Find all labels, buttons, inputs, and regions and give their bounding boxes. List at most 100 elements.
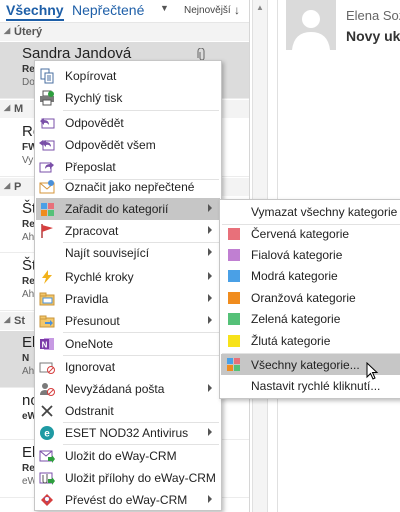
eway-convert-icon <box>41 494 53 506</box>
collapse-icon[interactable]: ◢ <box>4 181 10 190</box>
reply-icon <box>40 118 55 129</box>
collapse-icon[interactable]: ◢ <box>4 315 10 324</box>
submenu-arrow-icon <box>208 428 212 436</box>
person-icon <box>292 10 330 50</box>
delete-icon <box>41 405 53 417</box>
menu-item-eset[interactable]: e ESET NOD32 Antivirus <box>36 422 220 444</box>
menu-item-eway-save[interactable]: Uložit do eWay-CRM <box>36 445 220 467</box>
menu-item-find-related[interactable]: Najít související <box>36 242 220 264</box>
category-yellow[interactable]: Žlutá kategorie <box>221 330 400 351</box>
group-label: Úterý <box>14 26 43 38</box>
submenu-item-label: Žlutá kategorie <box>251 334 331 348</box>
menu-item-forward[interactable]: Přeposlat <box>36 156 220 178</box>
reading-sender: Elena Soz <box>346 8 400 23</box>
categorize-icon <box>227 358 240 371</box>
submenu-arrow-icon <box>208 495 212 503</box>
menu-item-reply[interactable]: Odpovědět <box>36 112 220 134</box>
tab-all[interactable]: Všechny <box>6 2 64 21</box>
menu-item-label: Pravidla <box>65 292 109 306</box>
menu-item-categorize[interactable]: Zařadit do kategorií <box>36 198 220 220</box>
menu-item-label: Převést do eWay-CRM <box>65 493 188 507</box>
red-category-swatch <box>228 228 240 240</box>
group-label: St <box>14 315 25 327</box>
message-preview: Ah <box>22 366 35 377</box>
message-subject: Re <box>22 463 35 474</box>
menu-item-quick-print[interactable]: Rychlý tisk <box>36 87 220 109</box>
find-related-icon <box>39 245 55 261</box>
collapse-icon[interactable]: ◢ <box>4 103 10 112</box>
forward-icon <box>39 162 54 173</box>
junk-icon <box>40 383 55 396</box>
menu-item-label: Přeposlat <box>65 160 116 174</box>
menu-item-label: Rychlý tisk <box>65 91 123 105</box>
message-preview: Ah <box>22 232 35 243</box>
message-subject: N <box>22 353 30 364</box>
menu-item-label: Přesunout <box>65 314 120 328</box>
sort-label[interactable]: Nejnovější <box>184 5 231 16</box>
purple-category-swatch <box>228 249 240 261</box>
menu-item-label: Ignorovat <box>65 360 116 374</box>
menu-item-label: Zařadit do kategorií <box>65 202 169 216</box>
sort-down-icon[interactable]: ↓ <box>234 3 240 17</box>
svg-text:e: e <box>44 429 50 440</box>
scroll-up-icon[interactable]: ▲ <box>256 3 264 12</box>
menu-item-label: OneNote <box>65 337 114 351</box>
menu-item-label: Označit jako nepřečtené <box>65 180 195 194</box>
menu-item-eway-convert[interactable]: Převést do eWay-CRM <box>36 489 220 511</box>
mark-unread-icon <box>39 180 55 194</box>
mouse-cursor-icon <box>366 362 379 380</box>
menu-item-rules[interactable]: Pravidla <box>36 288 220 310</box>
filter-dropdown-icon[interactable]: ▼ <box>160 3 169 13</box>
group-label: P <box>14 181 22 193</box>
menu-item-label: Rychlé kroky <box>65 270 134 284</box>
submenu-item-label: Oranžová kategorie <box>251 291 356 305</box>
category-purple[interactable]: Fialová kategorie <box>221 244 400 265</box>
menu-item-label: Nevyžádaná pošta <box>65 382 165 396</box>
orange-category-swatch <box>228 292 240 304</box>
category-red[interactable]: Červená kategorie <box>221 223 400 244</box>
blue-category-swatch <box>228 270 240 282</box>
submenu-arrow-icon <box>208 226 212 234</box>
clear-all-categories[interactable]: Vymazat všechny kategorie <box>221 201 400 222</box>
menu-item-label: Najít související <box>65 246 150 260</box>
submenu-item-label: Všechny kategorie... <box>251 358 360 372</box>
menu-item-copy[interactable]: Kopírovat <box>36 65 220 87</box>
group-header[interactable]: ◢ Úterý <box>0 23 249 41</box>
svg-text:N: N <box>42 341 48 350</box>
message-preview: Vy <box>22 155 34 166</box>
submenu-item-label: Nastavit rychlé kliknutí... <box>251 379 381 393</box>
menu-item-delete[interactable]: Odstranit <box>36 400 220 422</box>
tab-unread[interactable]: Nepřečtené <box>72 2 144 18</box>
onenote-icon: N <box>40 338 54 350</box>
submenu-arrow-icon <box>208 204 212 212</box>
category-green[interactable]: Zelená kategorie <box>221 308 400 329</box>
collapse-icon[interactable]: ◢ <box>4 26 10 35</box>
menu-item-onenote[interactable]: N OneNote <box>36 333 220 355</box>
ignore-icon <box>39 362 55 374</box>
menu-item-move[interactable]: Přesunout <box>36 310 220 332</box>
menu-item-junk[interactable]: Nevyžádaná pošta <box>36 378 220 400</box>
menu-item-label: Odpovědět všem <box>65 138 156 152</box>
menu-item-label: Zpracovat <box>65 224 119 238</box>
menu-item-eway-attach[interactable]: Uložit přílohy do eWay-CRM <box>36 467 220 489</box>
menu-item-follow-up[interactable]: Zpracovat <box>36 220 220 242</box>
submenu-item-label: Vymazat všechny kategorie <box>251 205 398 219</box>
submenu-item-label: Modrá kategorie <box>251 269 338 283</box>
eway-save-icon <box>39 450 55 463</box>
message-subject: Re <box>22 64 35 75</box>
message-preview: Ah <box>22 289 35 300</box>
move-icon <box>39 315 55 328</box>
menu-item-quick-steps[interactable]: Rychlé kroky <box>36 266 220 288</box>
menu-item-mark-unread[interactable]: Označit jako nepřečtené <box>36 176 220 198</box>
reading-subject: Novy uko <box>346 28 400 44</box>
menu-item-reply-all[interactable]: Odpovědět všem <box>36 134 220 156</box>
list-header: Všechny Nepřečtené ▼ Nejnovější ↓ <box>0 0 249 23</box>
eset-icon: e <box>40 426 54 440</box>
category-blue[interactable]: Modrá kategorie <box>221 265 400 286</box>
menu-item-ignore[interactable]: Ignorovat <box>36 356 220 378</box>
message-subject: Re <box>22 276 35 287</box>
flag-icon <box>41 224 53 238</box>
eway-attach-icon <box>39 472 55 485</box>
category-orange[interactable]: Oranžová kategorie <box>221 287 400 308</box>
message-subject: Re <box>22 219 35 230</box>
